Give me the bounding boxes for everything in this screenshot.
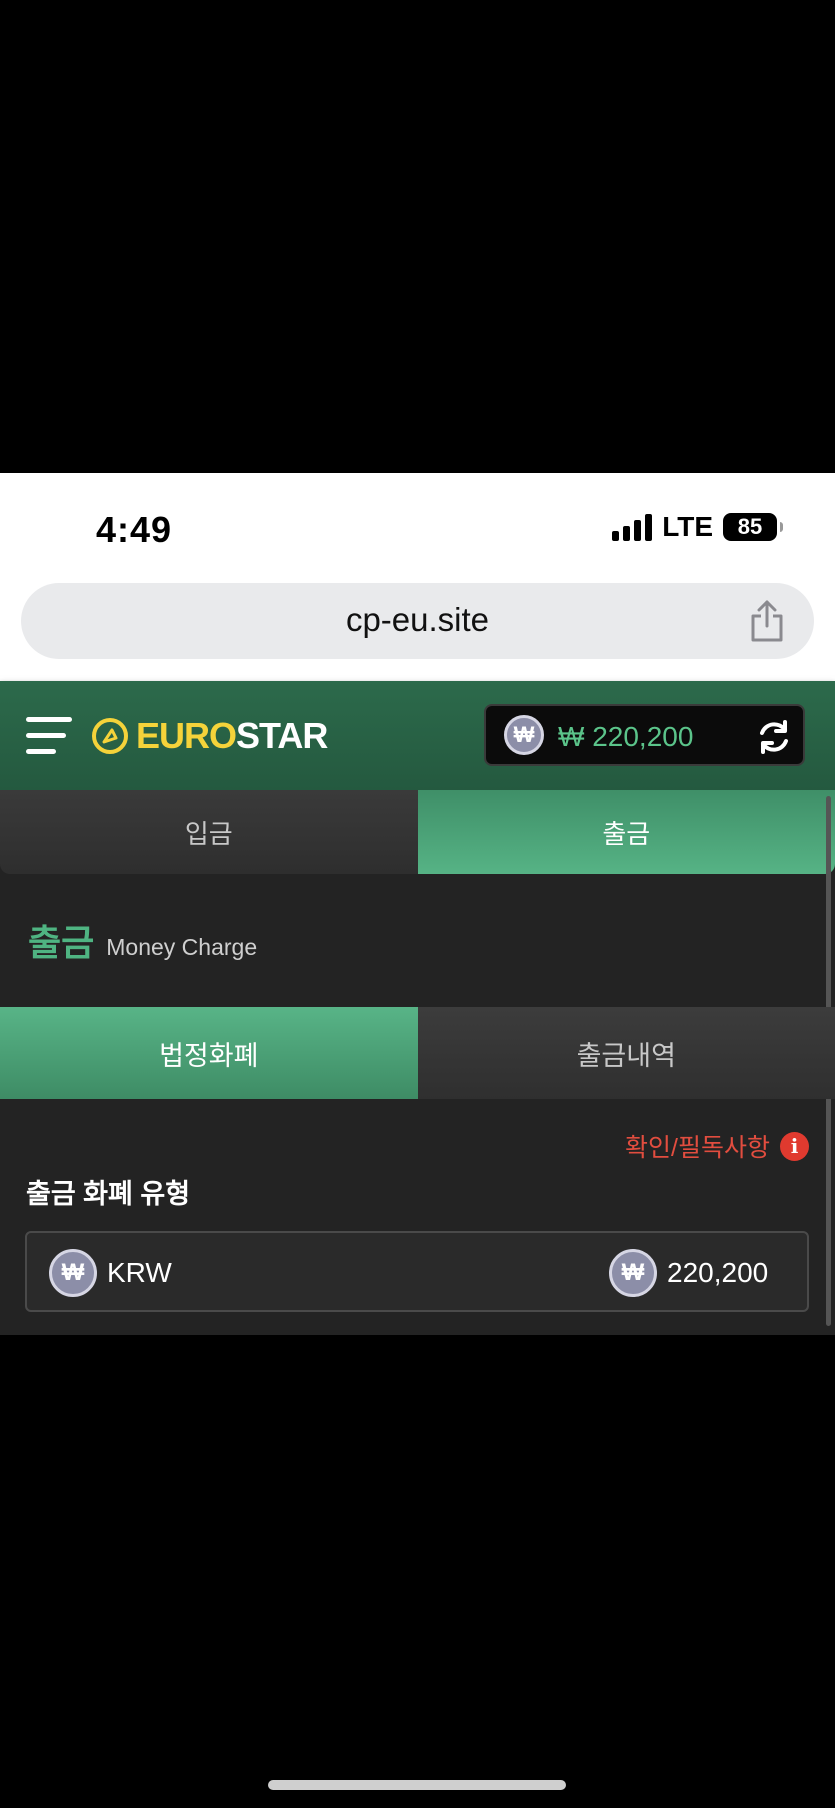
battery-level: 85 xyxy=(737,514,763,539)
page-title: 출금 xyxy=(28,922,95,963)
info-icon[interactable]: i xyxy=(780,1131,809,1161)
page-subtitle: Money Charge xyxy=(106,934,258,960)
network-label: LTE xyxy=(662,511,713,542)
url-text[interactable]: cp-eu.site xyxy=(21,601,814,639)
balance-display: ₩ ₩ 220,200 xyxy=(484,704,805,766)
withdraw-panel: 입금 출금 출금 Money Charge 법정화폐 출금내역 확인/필독사항 … xyxy=(0,790,835,1335)
signal-icon xyxy=(612,513,653,541)
hamburger-menu-icon[interactable] xyxy=(26,713,74,759)
tab-deposit[interactable]: 입금 xyxy=(0,790,418,874)
status-bar: 4:49 LTE 85 xyxy=(0,473,835,583)
currency-code: KRW xyxy=(107,1257,172,1288)
notice-text[interactable]: 확인/필독사항 xyxy=(625,1128,770,1164)
tab-withdraw-history[interactable]: 출금내역 xyxy=(417,1007,835,1099)
logo-mark-icon xyxy=(92,718,128,754)
won-coin-icon: ₩ xyxy=(504,715,544,755)
status-time: 4:49 xyxy=(96,509,173,550)
screen: 4:49 LTE 85 cp-eu.site EURO STAR ₩ ₩ 220… xyxy=(0,0,835,1808)
section-header: 출금 Money Charge xyxy=(28,914,257,966)
battery-icon: 85 xyxy=(723,513,783,541)
logo-text-euro: EURO xyxy=(136,715,237,756)
currency-balance: 220,200 xyxy=(667,1257,769,1288)
logo-text-star: STAR xyxy=(236,715,328,756)
balance-amount: ₩ 220,200 xyxy=(558,721,694,752)
status-indicators: LTE 85 xyxy=(612,511,783,543)
currency-select[interactable]: ₩ KRW ₩ 220,200 xyxy=(25,1231,809,1312)
refresh-icon[interactable] xyxy=(755,718,793,756)
home-indicator xyxy=(268,1780,566,1790)
share-icon[interactable] xyxy=(748,599,786,643)
sub-tabs: 법정화폐 출금내역 xyxy=(0,1007,835,1099)
app-header: EURO STAR ₩ ₩ 220,200 xyxy=(0,681,835,790)
tab-fiat-currency[interactable]: 법정화폐 xyxy=(0,1007,418,1099)
browser-toolbar: cp-eu.site xyxy=(0,583,835,681)
main-tabs: 입금 출금 xyxy=(0,790,835,874)
notice-link[interactable]: 확인/필독사항 i xyxy=(625,1128,809,1164)
currency-type-label: 출금 화폐 유형 xyxy=(26,1179,191,1209)
tab-withdraw[interactable]: 출금 xyxy=(417,790,835,874)
address-bar[interactable]: cp-eu.site xyxy=(21,583,814,659)
logo[interactable]: EURO STAR xyxy=(90,713,328,759)
won-coin-icon: ₩ xyxy=(609,1249,657,1297)
won-coin-icon: ₩ xyxy=(49,1249,97,1297)
